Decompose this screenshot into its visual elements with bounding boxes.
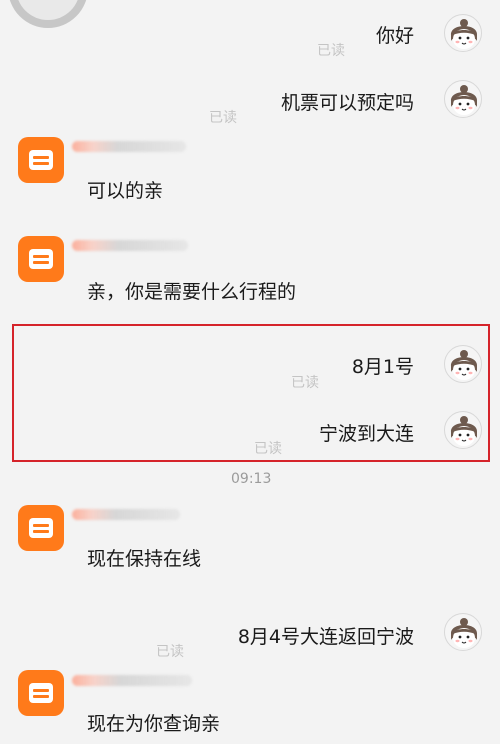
user-message-hello: 你好 [375,25,414,47]
user-avatar-icon[interactable] [444,80,482,118]
read-receipt: 已读 [317,43,345,59]
read-receipt: 已读 [156,644,184,660]
shop-store-icon[interactable] [18,236,64,282]
shop-message: 可以的亲 [87,180,164,202]
user-avatar-icon[interactable] [444,345,482,383]
read-receipt: 已读 [209,110,237,126]
user-avatar-icon[interactable] [444,14,482,52]
shop-message: 亲，你是需要什么行程的 [87,281,297,303]
shop-store-icon[interactable] [18,670,64,716]
highlight-box [12,324,490,462]
user-message-date: 8月1号 [351,356,414,378]
shop-name-blurred [72,675,192,686]
time-divider: 09:13 [231,471,272,487]
partial-avatar-top [8,0,88,28]
user-message-route: 宁波到大连 [318,423,414,445]
shop-message: 现在保持在线 [87,548,202,570]
shop-store-icon[interactable] [18,137,64,183]
user-message-ticket: 机票可以预定吗 [280,92,414,114]
shop-message: 现在为你查询亲 [87,713,221,735]
user-avatar-icon[interactable] [444,411,482,449]
user-message-return: 8月4号大连返回宁波 [237,626,414,648]
shop-store-icon[interactable] [18,505,64,551]
shop-name-blurred [72,141,186,152]
shop-name-blurred [72,240,188,251]
read-receipt: 已读 [254,441,282,457]
read-receipt: 已读 [291,375,319,391]
user-avatar-icon[interactable] [444,613,482,651]
shop-name-blurred [72,509,180,520]
